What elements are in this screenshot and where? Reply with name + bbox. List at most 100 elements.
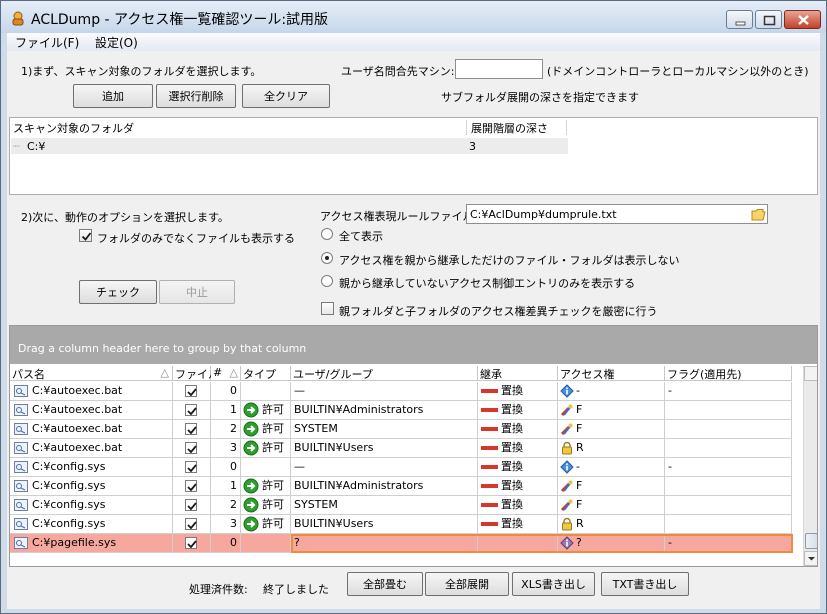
- minimize-button[interactable]: [726, 10, 753, 29]
- expand-all-button[interactable]: 全部展開: [425, 572, 509, 596]
- cell-user[interactable]: BUILTIN¥Users: [291, 515, 478, 534]
- cell-user[interactable]: BUILTIN¥Users: [291, 439, 478, 458]
- cell-flag[interactable]: [665, 439, 792, 458]
- cell-file[interactable]: [173, 420, 211, 439]
- cell-file[interactable]: [173, 496, 211, 515]
- cell-inherit[interactable]: 置換: [478, 496, 558, 515]
- cell-path[interactable]: C:¥pagefile.sys: [10, 534, 173, 553]
- cell-access[interactable]: F: [558, 420, 665, 439]
- file-checkbox[interactable]: [185, 461, 197, 473]
- table-row[interactable]: C:¥autoexec.bat 2 許可 SYSTEM 置換 F: [10, 420, 792, 439]
- cell-num[interactable]: 1: [211, 401, 241, 420]
- cell-user[interactable]: —: [291, 458, 478, 477]
- cell-type[interactable]: [241, 534, 291, 553]
- cell-file[interactable]: [173, 515, 211, 534]
- cell-path[interactable]: C:¥config.sys: [10, 496, 173, 515]
- cell-flag[interactable]: [665, 515, 792, 534]
- cell-num[interactable]: 0: [211, 534, 241, 553]
- cell-type[interactable]: [241, 382, 291, 401]
- col-access[interactable]: アクセス権: [558, 366, 665, 381]
- file-checkbox[interactable]: [185, 423, 197, 435]
- cell-flag[interactable]: [665, 477, 792, 496]
- cell-type[interactable]: [241, 458, 291, 477]
- check-button[interactable]: チェック: [79, 280, 157, 304]
- stop-button[interactable]: 中止: [159, 280, 235, 304]
- acl-grid[interactable]: Drag a column header here to group by th…: [9, 325, 818, 567]
- scroll-down-button[interactable]: [804, 551, 817, 566]
- col-type[interactable]: タイプ: [241, 366, 291, 381]
- scroll-up-button[interactable]: [804, 366, 817, 381]
- cell-inherit[interactable]: 置換: [478, 401, 558, 420]
- cell-file[interactable]: [173, 401, 211, 420]
- file-checkbox[interactable]: [185, 404, 197, 416]
- user-machine-input[interactable]: [455, 59, 543, 79]
- table-row[interactable]: C:¥config.sys 0 — 置換 - -: [10, 458, 792, 477]
- cell-access[interactable]: R: [558, 439, 665, 458]
- export-txt-button[interactable]: TXT書き出し: [601, 572, 689, 596]
- cell-inherit[interactable]: 置換: [478, 420, 558, 439]
- folder-column-header[interactable]: スキャン対象のフォルダ: [11, 120, 467, 135]
- rule-file-input[interactable]: [466, 204, 768, 224]
- cell-inherit[interactable]: 置換: [478, 515, 558, 534]
- col-inherit[interactable]: 継承: [478, 366, 558, 381]
- cell-path[interactable]: C:¥config.sys: [10, 477, 173, 496]
- scroll-thumb[interactable]: [805, 533, 817, 549]
- cell-file[interactable]: [173, 382, 211, 401]
- cell-access[interactable]: ?: [558, 534, 665, 553]
- file-checkbox[interactable]: [185, 385, 197, 397]
- export-xls-button[interactable]: XLS書き出し: [512, 572, 595, 596]
- table-row[interactable]: C:¥pagefile.sys 0?? -: [10, 534, 792, 553]
- cell-flag[interactable]: [665, 401, 792, 420]
- cell-inherit[interactable]: [478, 534, 558, 553]
- radio-non-inherited-only[interactable]: [321, 275, 333, 287]
- cell-num[interactable]: 3: [211, 439, 241, 458]
- delete-row-button[interactable]: 選択行削除: [156, 84, 236, 108]
- cell-flag[interactable]: [665, 420, 792, 439]
- cell-path[interactable]: C:¥autoexec.bat: [10, 401, 173, 420]
- col-num[interactable]: # △: [211, 366, 241, 381]
- cell-file[interactable]: [173, 477, 211, 496]
- cell-flag[interactable]: [665, 496, 792, 515]
- col-path[interactable]: パス名 △: [10, 366, 173, 381]
- cell-access[interactable]: F: [558, 477, 665, 496]
- table-row[interactable]: C:¥autoexec.bat 1 許可 BUILTIN¥Administrators…: [10, 401, 792, 420]
- cell-user[interactable]: ?: [291, 534, 478, 553]
- cell-num[interactable]: 0: [211, 382, 241, 401]
- cell-type[interactable]: 許可: [241, 515, 291, 534]
- maximize-button[interactable]: [755, 10, 782, 29]
- cell-flag[interactable]: -: [665, 458, 792, 477]
- cell-path[interactable]: C:¥config.sys: [10, 515, 173, 534]
- cell-path[interactable]: C:¥config.sys: [10, 458, 173, 477]
- table-row[interactable]: C:¥config.sys 1 許可 BUILTIN¥Administrators 置換…: [10, 477, 792, 496]
- collapse-all-button[interactable]: 全部畳む: [347, 572, 423, 596]
- file-checkbox[interactable]: [185, 537, 197, 549]
- show-files-checkbox[interactable]: [79, 229, 92, 242]
- table-row[interactable]: C:¥autoexec.bat 3 許可 BUILTIN¥Users 置換 R: [10, 439, 792, 458]
- depth-column-header[interactable]: 展開階層の深さ: [469, 120, 567, 135]
- table-row[interactable]: C:¥autoexec.bat 0 — 置換 - -: [10, 382, 792, 401]
- cell-type[interactable]: 許可: [241, 496, 291, 515]
- col-flag[interactable]: フラグ(適用先): [665, 366, 792, 381]
- cell-path[interactable]: C:¥autoexec.bat: [10, 420, 173, 439]
- menu-settings[interactable]: 設定(O): [95, 34, 138, 51]
- close-button[interactable]: [784, 10, 821, 29]
- group-by-area[interactable]: Drag a column header here to group by th…: [10, 326, 817, 364]
- cell-path[interactable]: C:¥autoexec.bat: [10, 382, 173, 401]
- vertical-scrollbar[interactable]: [803, 366, 817, 566]
- strict-check-checkbox[interactable]: [321, 302, 334, 315]
- cell-access[interactable]: F: [558, 496, 665, 515]
- file-checkbox[interactable]: [185, 518, 197, 530]
- cell-type[interactable]: 許可: [241, 477, 291, 496]
- cell-num[interactable]: 1: [211, 477, 241, 496]
- cell-user[interactable]: —: [291, 382, 478, 401]
- cell-num[interactable]: 3: [211, 515, 241, 534]
- clear-all-button[interactable]: 全クリア: [242, 84, 330, 108]
- cell-access[interactable]: R: [558, 515, 665, 534]
- cell-inherit[interactable]: 置換: [478, 477, 558, 496]
- file-checkbox[interactable]: [185, 480, 197, 492]
- cell-type[interactable]: 許可: [241, 401, 291, 420]
- cell-user[interactable]: SYSTEM: [291, 420, 478, 439]
- folder-list[interactable]: スキャン対象のフォルダ 展開階層の深さ ┈ C:¥ 3: [9, 117, 818, 195]
- cell-flag[interactable]: -: [665, 534, 792, 553]
- cell-type[interactable]: 許可: [241, 439, 291, 458]
